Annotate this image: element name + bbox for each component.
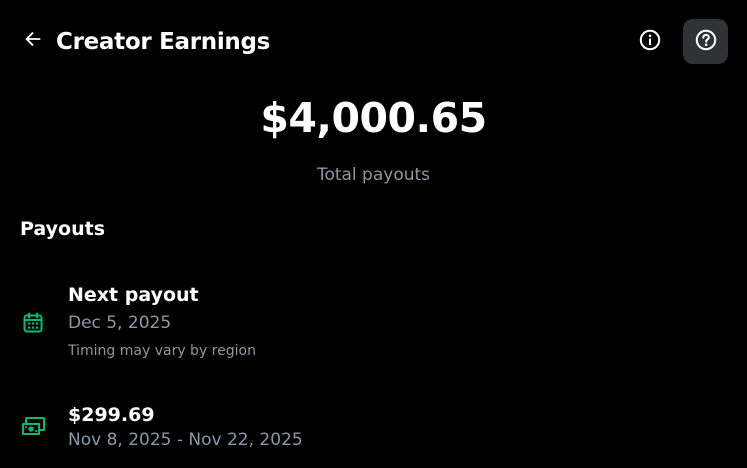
help-button[interactable] [683, 19, 728, 64]
next-payout-date: Dec 5, 2025 [68, 313, 172, 333]
next-payout-title: Next payout [68, 284, 199, 306]
total-payouts-label: Total payouts [316, 165, 431, 185]
payout-amount: $299.69 [68, 404, 155, 426]
total-payouts-amount: $4,000.65 [260, 94, 487, 142]
payout-period: Nov 8, 2025 - Nov 22, 2025 [68, 430, 303, 450]
calendar-icon [20, 310, 46, 336]
info-button[interactable] [630, 22, 670, 62]
page-title: Creator Earnings [56, 29, 271, 55]
creator-earnings-page: Creator Earnings $4,000.65 Total payouts… [0, 0, 747, 468]
back-button[interactable] [14, 22, 52, 60]
info-circle-icon [638, 28, 662, 56]
money-icon [20, 414, 46, 440]
payouts-section-title: Payouts [20, 218, 106, 240]
arrow-left-icon [22, 28, 44, 54]
question-circle-icon [694, 28, 718, 56]
next-payout-note: Timing may vary by region [68, 343, 256, 359]
